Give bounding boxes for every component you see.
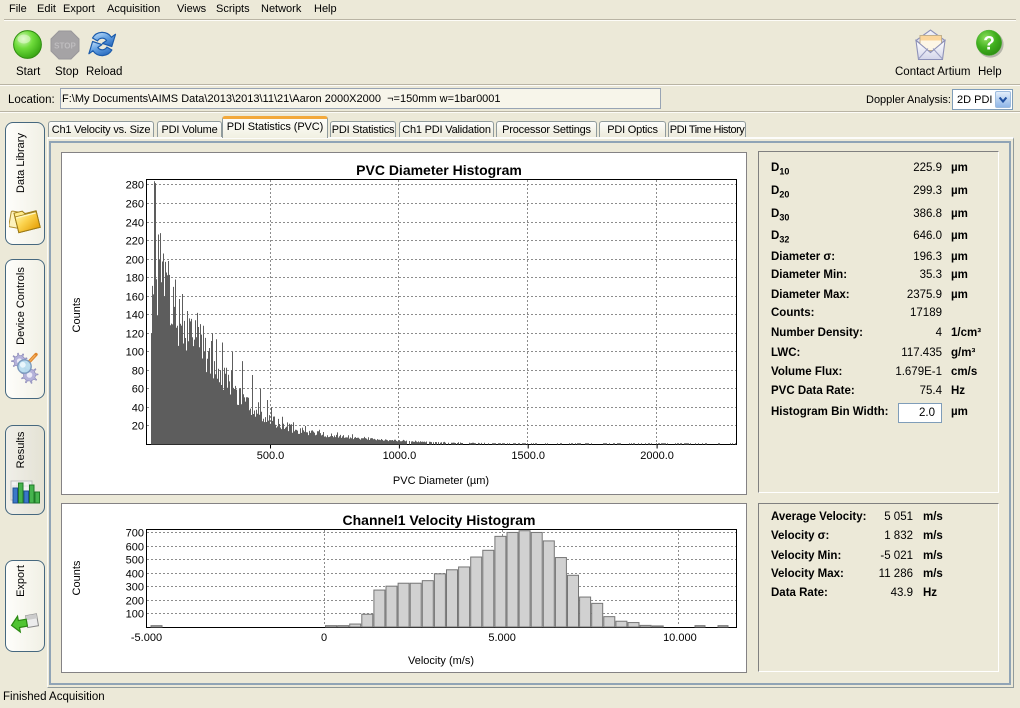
svg-text:Counts: Counts: [71, 560, 83, 595]
svg-text:220: 220: [126, 236, 144, 248]
svg-text:20: 20: [132, 421, 144, 433]
svg-text:Export: Export: [15, 565, 27, 597]
svg-text:40: 40: [132, 403, 144, 415]
svg-text:260: 260: [126, 199, 144, 211]
svg-text:PVC Diameter Histogram: PVC Diameter Histogram: [356, 162, 522, 178]
svg-text:Counts: Counts: [71, 297, 83, 332]
svg-text:100: 100: [126, 347, 144, 359]
svg-text:160: 160: [126, 292, 144, 304]
svg-text:Channel1 Velocity Histogram: Channel1 Velocity Histogram: [343, 512, 536, 528]
svg-text:700: 700: [126, 528, 144, 540]
svg-text:60: 60: [132, 384, 144, 396]
svg-text:120: 120: [126, 329, 144, 341]
svg-text:200: 200: [126, 255, 144, 267]
svg-text:200: 200: [126, 596, 144, 608]
svg-text:280: 280: [126, 180, 144, 192]
svg-text:PVC Diameter (µm): PVC Diameter (µm): [393, 475, 489, 487]
svg-text:STOP: STOP: [54, 41, 76, 50]
svg-text:Velocity (m/s): Velocity (m/s): [408, 655, 474, 667]
svg-text:100: 100: [126, 609, 144, 621]
svg-text:0: 0: [321, 632, 327, 644]
svg-text:600: 600: [126, 542, 144, 554]
svg-text:1000.0: 1000.0: [383, 450, 417, 462]
svg-text:?: ?: [983, 34, 995, 55]
svg-text:Results: Results: [15, 431, 27, 468]
svg-text:1500.0: 1500.0: [511, 450, 545, 462]
svg-text:10.000: 10.000: [663, 632, 697, 644]
svg-text:Data Library: Data Library: [15, 133, 27, 193]
svg-text:300: 300: [126, 582, 144, 594]
svg-text:500.0: 500.0: [257, 450, 285, 462]
svg-text:80: 80: [132, 366, 144, 378]
svg-text:-5.000: -5.000: [131, 632, 162, 644]
svg-text:240: 240: [126, 218, 144, 230]
svg-text:5.000: 5.000: [488, 632, 516, 644]
svg-text:400: 400: [126, 569, 144, 581]
svg-text:180: 180: [126, 273, 144, 285]
svg-text:2000.0: 2000.0: [640, 450, 674, 462]
svg-text:140: 140: [126, 310, 144, 322]
svg-text:500: 500: [126, 555, 144, 567]
svg-text:Device Controls: Device Controls: [15, 267, 27, 345]
